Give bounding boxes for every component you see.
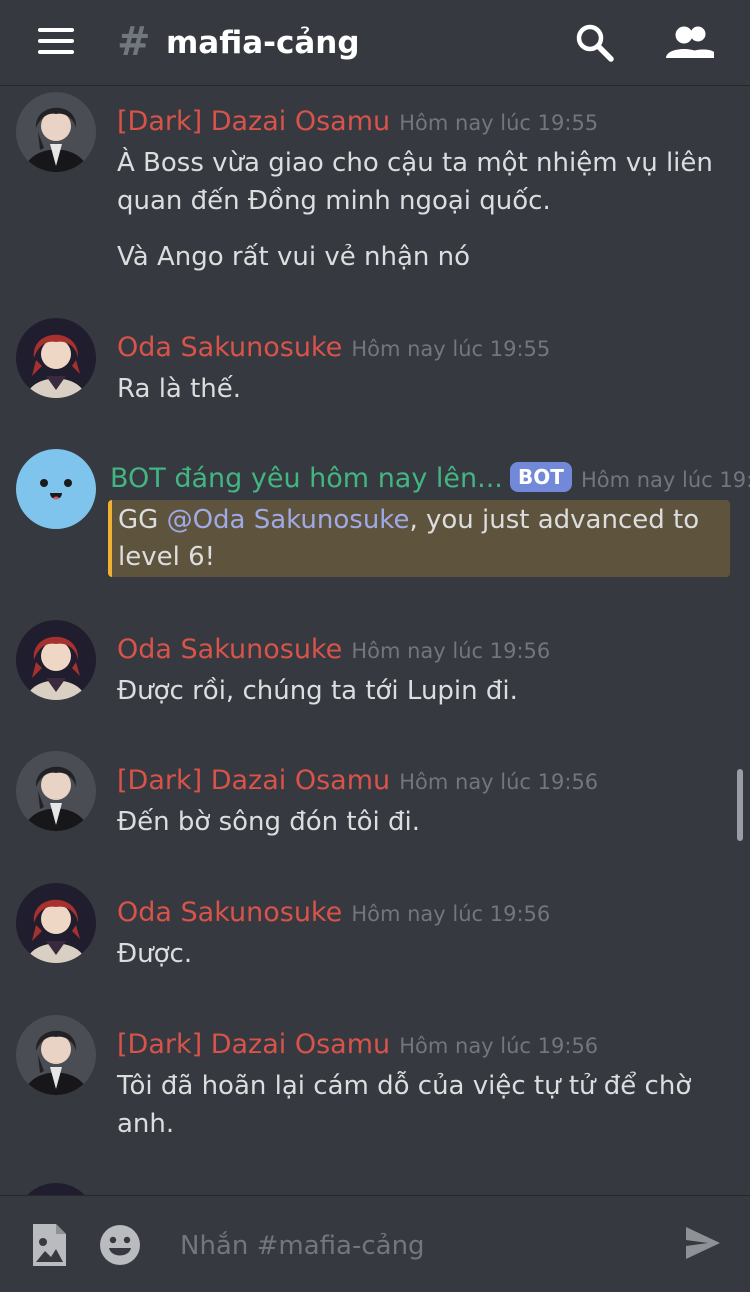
message-timestamp: Hôm nay lúc 19:56: [351, 902, 551, 926]
message-author[interactable]: Oda Sakunosuke: [117, 332, 342, 363]
message-text: Tôi đã hoãn lại cám dỗ của việc tự tử để…: [117, 1071, 692, 1101]
level-up-embed: GG @Oda Sakunosuke, you just advanced to…: [108, 500, 730, 577]
channel-title: mafia-cảng: [166, 25, 360, 61]
embed-text: GG: [118, 505, 167, 535]
message-text: Đến bờ sông đón tôi đi.: [117, 807, 420, 837]
message-input[interactable]: [178, 1222, 662, 1270]
message-text: Ra là thế.: [117, 374, 242, 404]
avatar-dazai[interactable]: [16, 751, 96, 831]
search-icon[interactable]: [574, 22, 616, 64]
hamburger-menu-icon[interactable]: [38, 28, 74, 58]
message-author[interactable]: [Dark] Dazai Osamu: [117, 1029, 390, 1060]
scrollbar-thumb[interactable]: [737, 769, 743, 841]
avatar-oda[interactable]: [16, 318, 96, 398]
message-timestamp: Hôm nay lúc 19:56: [399, 1034, 599, 1058]
message-text: quan đến Đồng minh ngoại quốc.: [117, 186, 551, 216]
message-timestamp: Hôm nay lúc 19:56: [351, 639, 551, 663]
bot-badge: BOT: [509, 462, 572, 492]
message-author[interactable]: BOT đáng yêu hôm nay lên...: [110, 463, 503, 494]
channel-hash-icon: #: [117, 19, 151, 65]
embed-text: level 6!: [118, 542, 216, 572]
message-text: Được.: [117, 939, 193, 969]
message-author[interactable]: Oda Sakunosuke: [117, 634, 342, 665]
send-icon[interactable]: [684, 1225, 722, 1261]
emoji-icon[interactable]: [99, 1224, 141, 1266]
message-text: Được rồi, chúng ta tới Lupin đi.: [117, 676, 518, 706]
avatar-dazai[interactable]: [16, 92, 96, 172]
embed-text: , you just advanced to: [409, 505, 700, 535]
message-author[interactable]: Oda Sakunosuke: [117, 897, 342, 928]
avatar-dazai[interactable]: [16, 1015, 96, 1095]
message-list: [Dark] Dazai Osamu Hôm nay lúc 19:55 À B…: [0, 87, 750, 1195]
message-timestamp: Hôm nay lúc 19:55: [351, 337, 551, 361]
message-timestamp: Hôm nay lúc 19:55: [399, 111, 599, 135]
message-text: À Boss vừa giao cho cậu ta một nhiệm vụ …: [117, 148, 713, 178]
message-composer: [0, 1195, 750, 1292]
user-mention[interactable]: @Oda Sakunosuke: [167, 505, 410, 535]
channel-header: # mafia-cảng: [0, 0, 750, 86]
message-timestamp: Hôm nay lúc 19:55: [580, 468, 750, 492]
avatar-oda[interactable]: [16, 883, 96, 963]
message-timestamp: Hôm nay lúc 19:56: [399, 770, 599, 794]
message-author[interactable]: [Dark] Dazai Osamu: [117, 765, 390, 796]
avatar-oda-partial[interactable]: [16, 1183, 96, 1195]
avatar-oda[interactable]: [16, 620, 96, 700]
avatar-bot[interactable]: [16, 449, 96, 529]
message-text: anh.: [117, 1109, 175, 1139]
message-author[interactable]: [Dark] Dazai Osamu: [117, 106, 390, 137]
message-text: Và Ango rất vui vẻ nhận nó: [117, 242, 471, 272]
members-icon[interactable]: [664, 22, 716, 64]
image-attach-icon[interactable]: [30, 1222, 68, 1268]
